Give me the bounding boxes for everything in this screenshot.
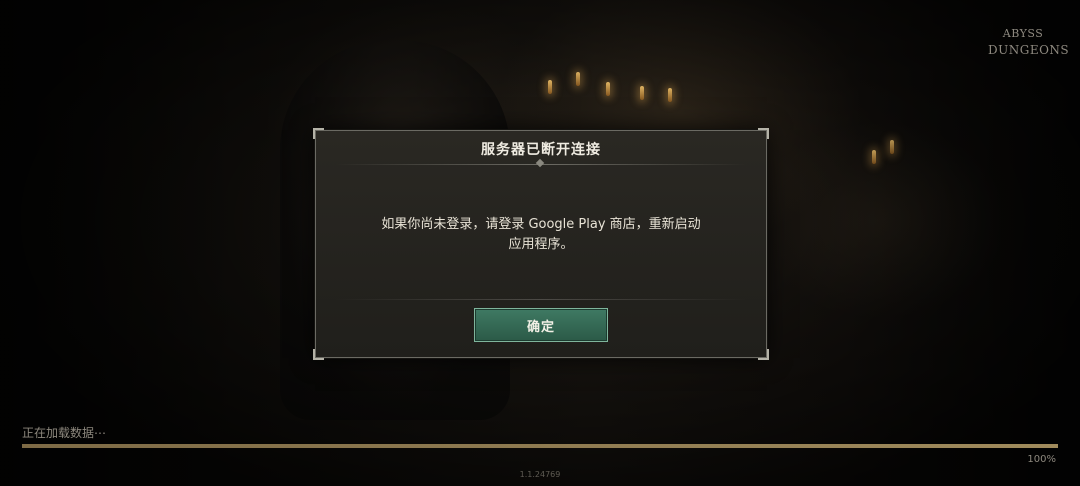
loading-status-text: 正在加载数据⋯ [22,426,107,440]
dialog-corner-ornament [758,349,769,360]
dialog-corner-ornament [313,349,324,360]
dialog-corner-ornament [313,128,324,139]
dialog-title: 服务器已断开连接 [481,142,601,158]
version-label: 1.1.24769 [519,470,561,479]
footer-divider [336,299,746,300]
loading-progress-bar [22,444,1058,448]
logo-line1: ABYSS [1002,27,1044,40]
divider-diamond-icon [535,158,545,168]
loading-percent: 100% [1027,454,1056,465]
confirm-button[interactable]: 确定 [474,308,608,342]
disconnect-dialog: 服务器已断开连接 如果你尚未登录，请登录 Google Play 商店，重新启动… [313,128,769,360]
loading-progress-fill [22,444,1058,448]
logo-line2: DUNGEONS [988,43,1070,57]
dialog-message: 如果你尚未登录，请登录 Google Play 商店，重新启动 应用程序。 [346,215,736,255]
dialog-corner-ornament [758,128,769,139]
game-logo: ABYSS DUNGEONS [988,26,1070,58]
dialog-message-line1: 如果你尚未登录，请登录 Google Play 商店，重新启动 [381,217,701,232]
dialog-message-line2: 应用程序。 [508,237,574,252]
